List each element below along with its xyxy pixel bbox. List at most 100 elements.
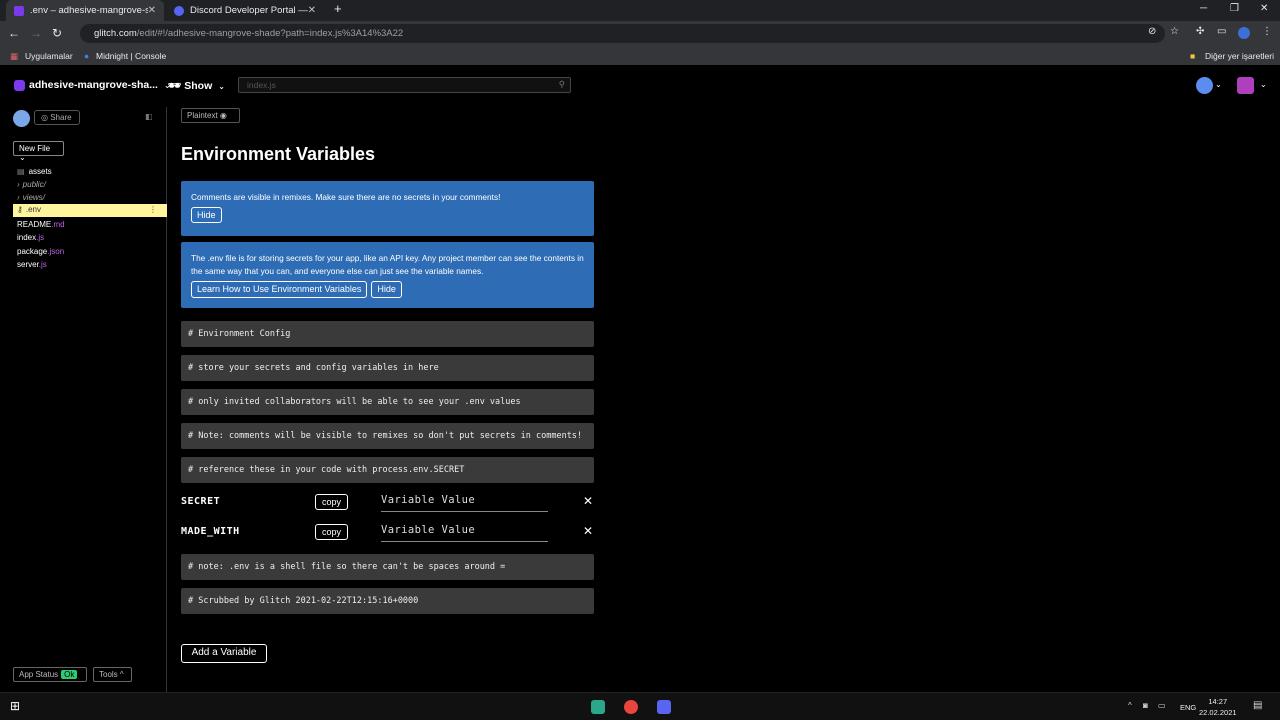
taskbar-app-icon[interactable] [591, 700, 605, 714]
variable-key[interactable]: SECRET [181, 496, 220, 507]
midnight-icon: ● [84, 51, 90, 61]
comment-line[interactable]: # Note: comments will be visible to remi… [181, 423, 594, 449]
app-status-button[interactable]: App Status Ok [13, 667, 87, 682]
hide-button[interactable]: Hide [191, 206, 222, 223]
tools-button[interactable]: Tools ^ [93, 667, 132, 682]
profile-avatar[interactable] [1238, 27, 1250, 39]
comment-line[interactable]: # store your secrets and config variable… [181, 355, 594, 381]
apps-grid-icon: ▦ [10, 51, 19, 61]
close-window-icon[interactable]: ✕ [1260, 3, 1268, 14]
browser-tab[interactable]: Discord Developer Portal — My . ✕ [166, 0, 324, 21]
file-name: package [17, 247, 48, 256]
comment-line[interactable]: # Environment Config [181, 321, 594, 347]
copy-button[interactable]: copy [315, 524, 348, 540]
assets-icon: ▤ [17, 167, 25, 176]
bookmark-star-icon[interactable]: ☆ [1170, 26, 1179, 37]
chevron-down-icon[interactable]: ⌄ [1260, 80, 1267, 89]
url-host: glitch.com [94, 28, 137, 39]
new-tab-button[interactable]: + [334, 1, 342, 16]
forward-icon[interactable]: → [26, 26, 46, 40]
add-variable-button[interactable]: Add a Variable [181, 644, 267, 663]
copy-button[interactable]: copy [315, 494, 348, 510]
file-item-server[interactable]: server.js [17, 260, 47, 269]
browser-tab-strip: .env – adhesive-mangrove-shade ✕ Discord… [0, 0, 1280, 21]
plaintext-toggle[interactable]: Plaintext ◉ [181, 108, 240, 123]
remix-notice: Comments are visible in remixes. Make su… [181, 181, 594, 236]
comment-line[interactable]: # Scrubbed by Glitch 2021-02-22T12:15:16… [181, 588, 594, 614]
language-indicator[interactable]: ENG [1180, 703, 1196, 712]
share-button[interactable]: ◎ Share [34, 110, 80, 125]
chevron-down-icon: ⌄ [218, 82, 225, 91]
file-item-index[interactable]: index.js [17, 233, 44, 242]
file-item-assets[interactable]: ▤ assets [17, 167, 52, 176]
chrome-menu-icon[interactable]: ⋮ [1262, 26, 1272, 37]
file-options-icon[interactable]: ⋮ [149, 205, 157, 214]
learn-env-button[interactable]: Learn How to Use Environment Variables [191, 281, 368, 298]
extensions-icon[interactable]: ✣ [1196, 26, 1204, 37]
bookmark-midnight[interactable]: Midnight | Console [96, 51, 166, 61]
url-field[interactable]: glitch.com/edit/#!/adhesive-mangrove-sha… [80, 24, 1165, 43]
tracking-off-icon[interactable]: ⊘ [1148, 26, 1156, 37]
file-ext: .json [47, 247, 65, 256]
page-title: Environment Variables [181, 144, 376, 164]
comment-line[interactable]: # reference these in your code with proc… [181, 457, 594, 483]
chrome-taskbar-icon[interactable] [624, 700, 638, 714]
windows-start-icon[interactable]: ⊞ [10, 699, 20, 713]
hide-button[interactable]: Hide [371, 281, 402, 298]
tray-chevron-icon[interactable]: ^ [1128, 701, 1132, 710]
clock[interactable]: 14:27 22.02.2021 [1199, 696, 1237, 718]
file-search-input[interactable]: index.js ⚲ [238, 77, 571, 93]
remove-variable-icon[interactable]: ✕ [583, 524, 593, 538]
address-bar-row: ← → ↻ glitch.com/edit/#!/adhesive-mangro… [0, 21, 1280, 46]
close-tab-icon[interactable]: ✕ [308, 5, 316, 16]
clock-date: 22.02.2021 [1199, 708, 1237, 717]
file-name: .env [25, 205, 41, 214]
eye-icon: ◉ [219, 111, 227, 120]
bookmark-apps[interactable]: Uygulamalar [25, 51, 73, 61]
discord-taskbar-icon[interactable] [657, 700, 671, 714]
chevron-down-icon[interactable]: ⌄ [1215, 80, 1222, 89]
notifications-icon[interactable]: ▤ [1253, 700, 1262, 711]
new-file-button[interactable]: New File ⌄ [13, 141, 64, 162]
bookmark-other[interactable]: Diğer yer işaretleri [1205, 51, 1274, 61]
project-name: adhesive-mangrove-sha... [29, 79, 158, 91]
close-tab-icon[interactable]: ✕ [148, 5, 156, 16]
variable-value-input[interactable]: Variable Value [381, 494, 548, 512]
discord-tray-icon[interactable]: ◙ [1143, 701, 1148, 710]
file-name: assets [28, 167, 52, 176]
collaborator-avatar[interactable] [13, 110, 30, 127]
collapse-sidebar-icon[interactable]: ◧ [145, 112, 153, 121]
restore-icon[interactable]: ❐ [1230, 3, 1239, 14]
notice-text: Comments are visible in remixes. Make su… [191, 192, 501, 202]
plaintext-label: Plaintext [187, 111, 218, 120]
url-path: /edit/#!/adhesive-mangrove-shade?path=in… [136, 28, 404, 39]
back-icon[interactable]: ← [4, 26, 24, 40]
folder-item-views[interactable]: › views/ [17, 193, 45, 202]
folder-item-public[interactable]: › public/ [17, 180, 46, 189]
new-file-label: New File [19, 144, 51, 153]
share-label: Share [50, 113, 72, 122]
tab-title: .env – adhesive-mangrove-shade [30, 5, 148, 16]
sunglasses-icon: 🕶 [168, 80, 182, 92]
network-icon[interactable]: ▭ [1158, 701, 1166, 710]
remove-variable-icon[interactable]: ✕ [583, 494, 593, 508]
reload-icon[interactable]: ↻ [47, 26, 67, 40]
user-avatar[interactable] [1196, 77, 1213, 94]
comment-line[interactable]: # note: .env is a shell file so there ca… [181, 554, 594, 580]
notice-text: The .env file is for storing secrets for… [191, 253, 584, 276]
team-avatar[interactable] [1237, 77, 1254, 94]
variable-key[interactable]: MADE_WITH [181, 526, 240, 537]
project-name-button[interactable]: adhesive-mangrove-sha... ⌄ [14, 79, 171, 91]
comment-line[interactable]: # only invited collaborators will be abl… [181, 389, 594, 415]
file-item-env-active[interactable]: ⚷ .env ⋮ [13, 204, 167, 217]
show-button[interactable]: 🕶 Show ⌄ [168, 79, 225, 92]
file-search-placeholder: index.js [247, 80, 276, 90]
variable-value-input[interactable]: Variable Value [381, 524, 548, 542]
file-item-readme[interactable]: README.md [17, 220, 65, 229]
browser-tab-active[interactable]: .env – adhesive-mangrove-shade ✕ [6, 0, 164, 21]
cast-icon[interactable]: ▭ [1217, 26, 1226, 37]
share-icon: ◎ [41, 113, 48, 122]
file-name: server [17, 260, 39, 269]
file-item-package[interactable]: package.json [17, 247, 64, 256]
minimize-icon[interactable]: ─ [1200, 3, 1207, 14]
